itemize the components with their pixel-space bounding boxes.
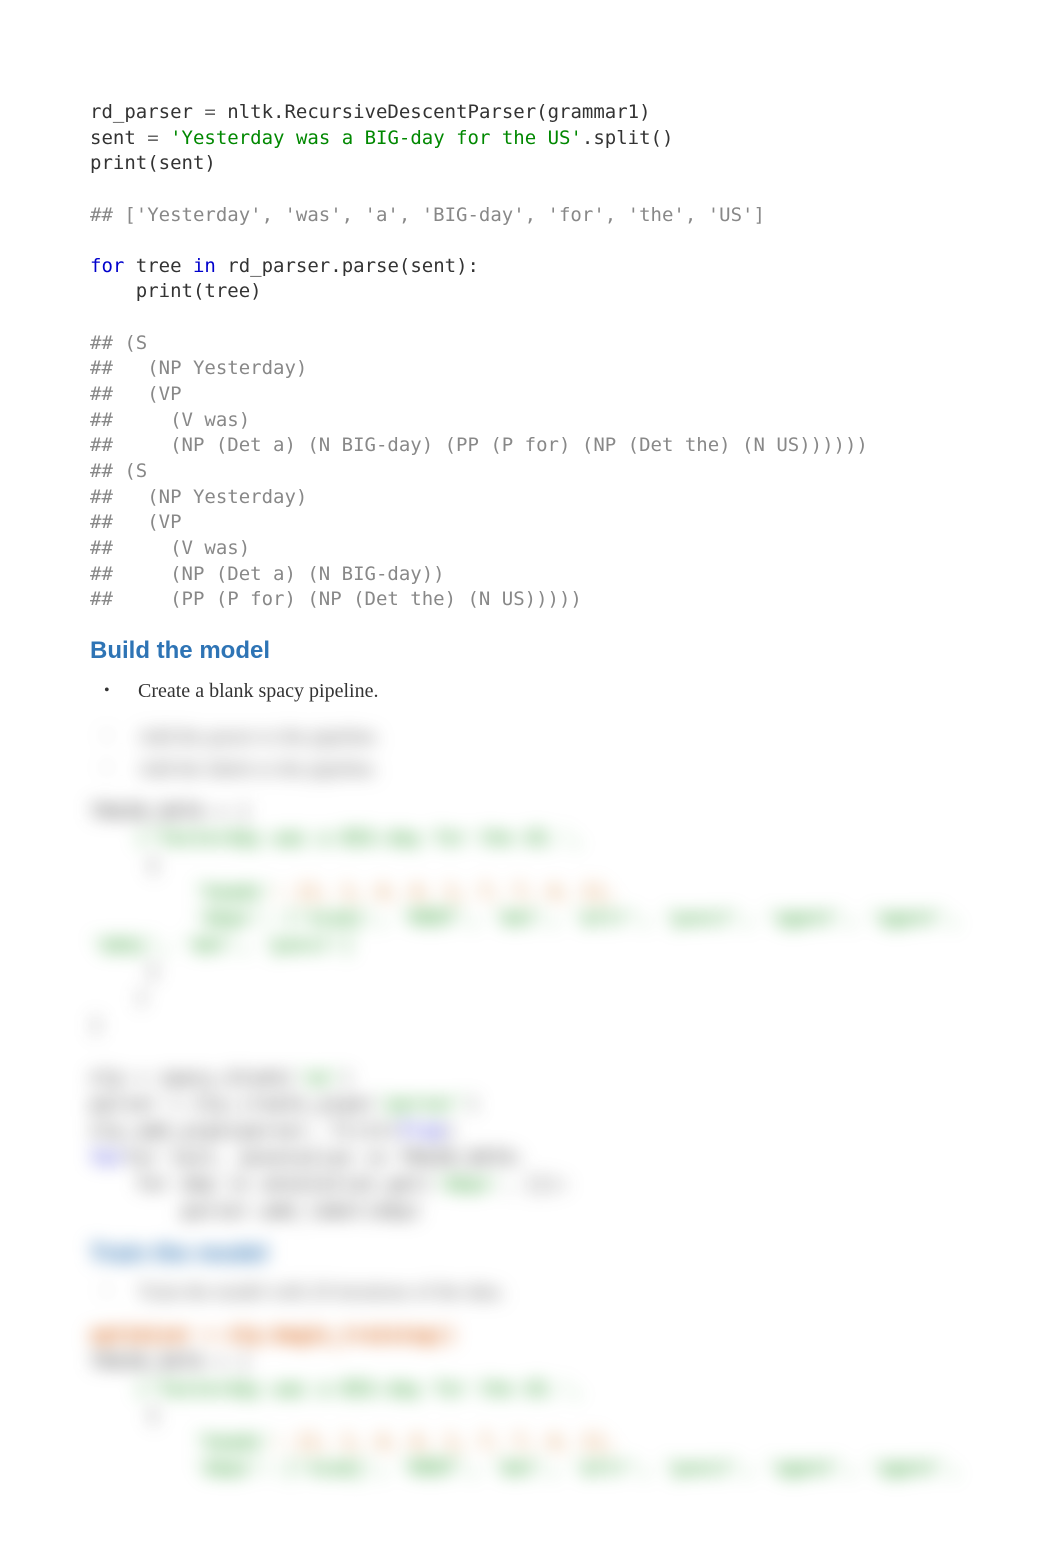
code-output: ## (VP [90,383,182,405]
bullet-list: Create a blank spacy pipeline. [90,675,972,707]
code-output: ## ['Yesterday', 'was', 'a', 'BIG-day', … [90,204,765,226]
code-output: ## (S [90,460,147,482]
list-item: Create a blank spacy pipeline. [90,675,972,707]
code-line: for tree in rd_parser.parse(sent): [90,255,479,277]
code-output: ## (VP [90,511,182,533]
code-output: ## (PP (P for) (NP (Det the) (N US))))) [90,588,582,610]
code-line: sent = 'Yesterday was a BIG-day for the … [90,127,673,149]
code-output: ## (V was) [90,537,250,559]
code-block: rd_parser = nltk.RecursiveDescentParser(… [90,100,972,613]
code-output: ## (NP (Det a) (N BIG-day)) [90,563,445,585]
code-output: ## (NP (Det a) (N BIG-day) (PP (P for) (… [90,434,868,456]
code-line: print(tree) [90,280,262,302]
section-heading: Build the model [90,637,972,665]
code-line: rd_parser = nltk.RecursiveDescentParser(… [90,101,651,123]
code-output: ## (NP Yesterday) [90,357,307,379]
code-output: ## (S [90,332,147,354]
code-output: ## (NP Yesterday) [90,486,307,508]
code-line: print(sent) [90,152,216,174]
code-output: ## (V was) [90,409,250,431]
locked-content: Add the parser to the pipeline. Add the … [90,721,972,1482]
